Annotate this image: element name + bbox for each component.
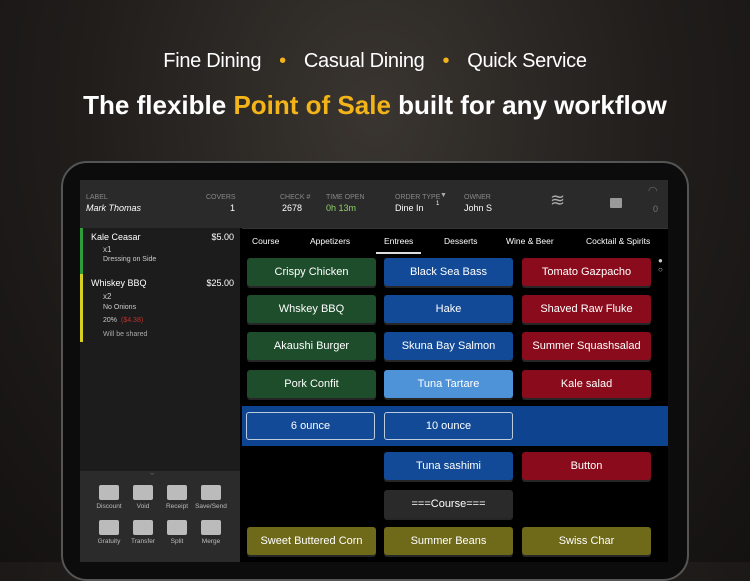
label-value[interactable]: Mark Thomas — [86, 203, 141, 213]
item-qty: x1 — [103, 245, 112, 254]
option-6-ounce[interactable]: 6 ounce — [246, 412, 375, 440]
menu-item-button[interactable]: Crispy Chicken — [247, 258, 376, 286]
transfer-icon — [133, 520, 153, 535]
menu-item-button[interactable]: Whskey BBQ — [247, 295, 376, 323]
tagline: Fine Dining • Casual Dining • Quick Service — [0, 50, 750, 73]
split-icon — [167, 520, 187, 535]
owner-value[interactable]: John S — [464, 203, 492, 213]
item-mod: No Onions — [103, 304, 137, 311]
owner-title: OWNER — [464, 194, 491, 201]
menu-item-button[interactable]: Button — [522, 452, 651, 480]
wifi-icon: ◠ — [648, 185, 658, 197]
menu-item-button[interactable]: Sweet Buttered Corn — [247, 527, 376, 555]
menu-item-button[interactable]: Skuna Bay Salmon — [384, 332, 513, 360]
menu-item-button[interactable]: Summer Beans — [384, 527, 513, 555]
menu-item-button[interactable]: Tuna sashimi — [384, 452, 513, 480]
order-panel: Kale Ceasar $5.00 x1 Dressing on Side Wh… — [80, 228, 240, 562]
headline: The flexible Point of Sale built for any… — [0, 90, 750, 121]
order-type-value[interactable]: Dine In — [395, 203, 424, 213]
item-price: $25.00 — [206, 278, 234, 288]
printer-icon — [167, 485, 187, 500]
order-item[interactable]: Whiskey BBQ $25.00 x2 No Onions 20% ($4.… — [80, 274, 240, 342]
void-label: Void — [136, 503, 150, 510]
tab-wine-beer[interactable]: Wine & Beer — [506, 236, 554, 246]
order-type-title: ORDER TYPE — [395, 194, 441, 201]
chevron-down-icon[interactable]: ⌄ — [148, 467, 156, 478]
item-price: $5.00 — [211, 232, 234, 242]
headline-highlight: Point of Sale — [233, 90, 391, 120]
discount-label: Discount — [96, 503, 122, 510]
menu-item-button[interactable]: Pork Confit — [247, 370, 376, 398]
label-title: LABEL — [86, 194, 108, 201]
category-tabs: Course Appetizers Entrees Desserts Wine … — [242, 228, 668, 254]
tag-icon — [99, 485, 119, 500]
menu-item-button-selected[interactable]: Tuna Tartare — [384, 370, 513, 398]
order-header: LABEL Mark Thomas COVERS 1 CHECK # 2678 … — [80, 180, 668, 228]
order-type-sup: 1 — [436, 201, 440, 207]
check-title: CHECK # — [280, 194, 311, 201]
tab-entrees[interactable]: Entrees — [376, 236, 422, 254]
lock-icon[interactable] — [610, 198, 622, 208]
menu-item-button[interactable]: Akaushi Burger — [247, 332, 376, 360]
order-item[interactable]: Kale Ceasar $5.00 x1 Dressing on Side — [80, 228, 240, 274]
void-icon — [133, 485, 153, 500]
gratuity-icon — [99, 520, 119, 535]
transfer-label: Transfer — [131, 538, 155, 545]
tab-appetizers[interactable]: Appetizers — [310, 236, 350, 246]
split-label: Split — [170, 538, 184, 545]
tagline-fine-dining: Fine Dining — [163, 50, 262, 72]
headline-post: built for any workflow — [390, 90, 667, 120]
receipt-label: Receipt — [165, 503, 189, 510]
save-send-icon — [201, 485, 221, 500]
menu-item-button[interactable]: Swiss Char — [522, 527, 651, 555]
item-note: Will be shared — [103, 331, 148, 338]
chevron-down-icon[interactable]: ▼ — [440, 192, 447, 199]
time-title: TIME OPEN — [326, 194, 365, 201]
item-mod: Dressing on Side — [103, 256, 157, 263]
action-toolbar: ⌄ Discount Void Receipt Save/Send Gratui… — [80, 467, 240, 562]
item-discount: 20% — [103, 317, 118, 324]
course-separator-button[interactable]: ===Course=== — [384, 490, 513, 518]
item-name: Kale Ceasar — [91, 232, 141, 242]
menu-item-button[interactable]: Kale salad — [522, 370, 651, 398]
covers-title: COVERS — [206, 194, 236, 201]
tagline-casual-dining: Casual Dining — [303, 50, 425, 72]
item-name: Whiskey BBQ — [91, 278, 147, 288]
pos-screen: LABEL Mark Thomas COVERS 1 CHECK # 2678 … — [80, 180, 668, 562]
merge-label: Merge — [201, 538, 221, 545]
tagline-quick-service: Quick Service — [467, 50, 587, 72]
modifier-band: 6 ounce 10 ounce — [242, 406, 668, 446]
menu-item-button[interactable]: Hake — [384, 295, 513, 323]
menu-item-button[interactable]: Shaved Raw Fluke — [522, 295, 651, 323]
gratuity-label: Gratuity — [97, 538, 121, 545]
menu-item-button[interactable]: Summer Squashsalad — [522, 332, 651, 360]
merge-button[interactable]: Merge — [191, 520, 231, 546]
menu-item-button[interactable]: Tomato Gazpacho — [522, 258, 651, 286]
tab-cocktail-spirits[interactable]: Cocktail & Spirits — [586, 236, 650, 246]
separator: • — [442, 50, 450, 72]
menu-item-button[interactable]: Black Sea Bass — [384, 258, 513, 286]
item-qty: x2 — [103, 292, 112, 301]
covers-value[interactable]: 1 — [230, 203, 235, 213]
separator: • — [279, 50, 286, 72]
item-discount-amount: ($4.38) — [121, 317, 144, 324]
tab-desserts[interactable]: Desserts — [444, 236, 478, 246]
merge-icon — [201, 520, 221, 535]
time-value: 0h 13m — [326, 203, 357, 213]
option-10-ounce[interactable]: 10 ounce — [384, 412, 513, 440]
tab-course[interactable]: Course — [252, 236, 279, 246]
headline-pre: The flexible — [83, 90, 234, 120]
layers-icon[interactable]: ≋ — [550, 190, 565, 211]
page-indicator[interactable]: ● ○ — [658, 256, 663, 274]
wifi-count: 0 — [653, 204, 659, 214]
save-send-button[interactable]: Save/Send — [191, 485, 231, 511]
check-value: 2678 — [282, 203, 303, 213]
save-send-label: Save/Send — [195, 503, 227, 510]
